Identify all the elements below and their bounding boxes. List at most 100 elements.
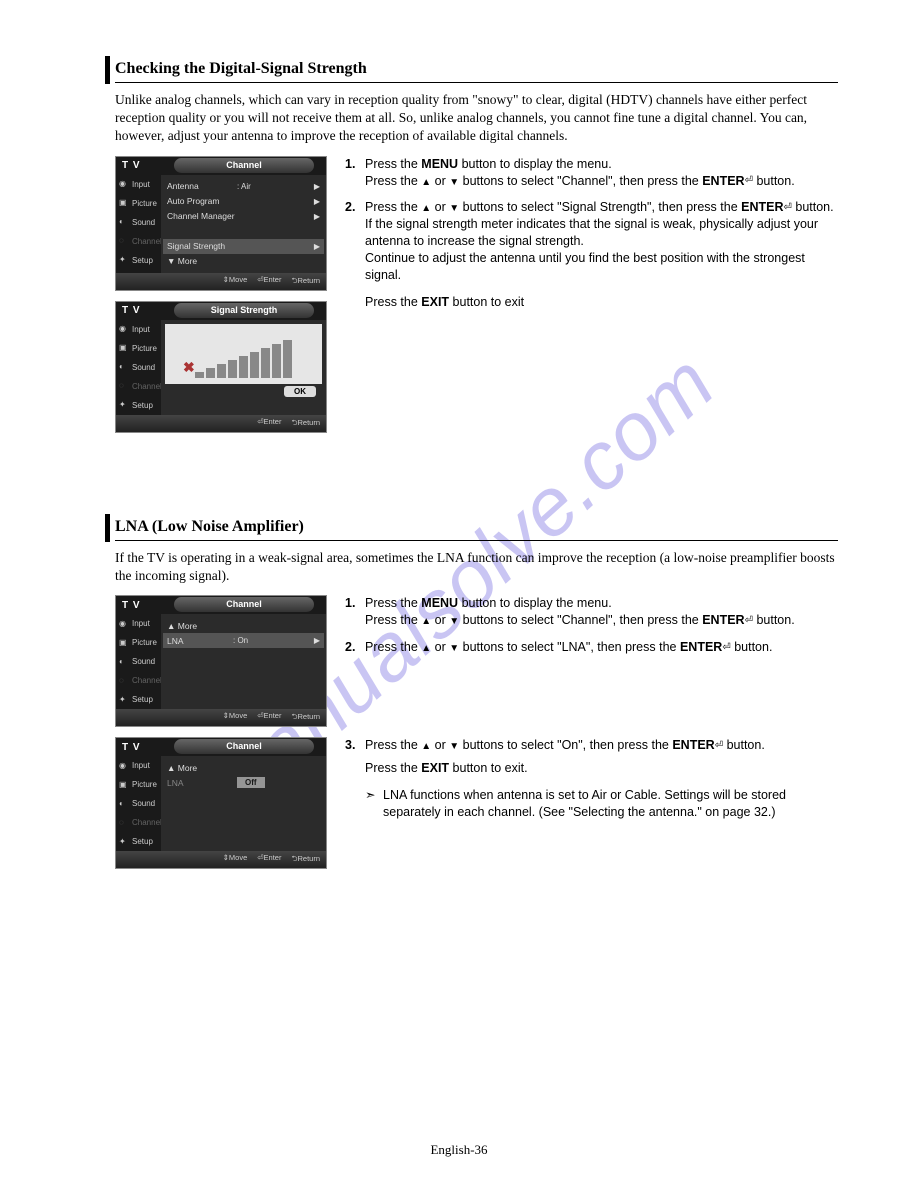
side-input: ◉Input <box>116 756 161 775</box>
side-channel: ◌Channel <box>116 232 161 251</box>
section1-heading: Checking the Digital-Signal Strength <box>115 60 838 83</box>
osd-signal-strength: T V Signal Strength ◉Input ▣Picture ◐Sou… <box>115 301 327 433</box>
sound-icon: ◐ <box>119 657 129 667</box>
osd-lna-off: T V Channel ◉Input ▣Picture ◐Sound ◌Chan… <box>115 737 327 869</box>
row-channel-manager: Channel Manager▶ <box>167 209 320 224</box>
channel-icon: ◌ <box>119 381 129 391</box>
hint-enter: ⏎Enter <box>257 275 281 288</box>
antenna-icon: ✖ <box>183 359 195 376</box>
heading-bar <box>105 514 110 542</box>
step-body: Press the ▲ or ▼ buttons to select "On",… <box>365 737 838 777</box>
osd-channel-lna: T V Channel ◉Input ▣Picture ◐Sound ◌Chan… <box>115 595 327 727</box>
signal-bar <box>228 360 237 378</box>
signal-bar <box>283 340 292 378</box>
section2-intro: If the TV is operating in a weak-signal … <box>115 549 838 585</box>
channel-icon: ◌ <box>119 818 129 828</box>
section1-instructions: 1. Press the MENU button to display the … <box>345 156 838 433</box>
step-body: Press the MENU button to display the men… <box>365 156 838 190</box>
hint-return: ⮌Return <box>291 275 320 288</box>
hint-enter: ⏎Enter <box>257 711 281 724</box>
side-input: ◉Input <box>116 175 161 194</box>
picture-icon: ▣ <box>119 198 129 208</box>
step-num: 1. <box>345 156 365 190</box>
osd2-title: Signal Strength <box>174 303 314 318</box>
osd-channel-menu: T V Channel ◉Input ▣Picture ◐Sound ◌Chan… <box>115 156 327 291</box>
hint-move: ⇕Move <box>223 853 248 866</box>
section2-instructions-a: 1. Press the MENU button to display the … <box>345 595 838 727</box>
channel-icon: ◌ <box>119 676 129 686</box>
side-picture: ▣Picture <box>116 775 161 794</box>
input-icon: ◉ <box>119 619 129 629</box>
osd4-sidebar: ◉Input ▣Picture ◐Sound ◌Channel ✦Setup <box>116 756 161 851</box>
heading-bar <box>105 56 110 84</box>
section1-intro: Unlike analog channels, which can vary i… <box>115 91 838 146</box>
step-body: Press the ▲ or ▼ buttons to select "Sign… <box>365 199 838 283</box>
row-more: ▲ More <box>167 618 320 633</box>
side-setup: ✦Setup <box>116 396 161 415</box>
signal-bar <box>239 356 248 378</box>
osd2-sidebar: ◉Input ▣Picture ◐Sound ◌Channel ✦Setup <box>116 320 161 415</box>
row-antenna: Antenna: Air▶ <box>167 179 320 194</box>
exit-line: Press the EXIT button to exit. <box>365 760 838 777</box>
step-num: 2. <box>345 639 365 656</box>
enter-icon: ⏎ <box>722 641 730 655</box>
ok-button: OK <box>284 386 316 397</box>
step-num: 3. <box>345 737 365 777</box>
input-icon: ◉ <box>119 761 129 771</box>
picture-icon: ▣ <box>119 780 129 790</box>
manual-page: Checking the Digital-Signal Strength Unl… <box>0 0 918 909</box>
side-input: ◉Input <box>116 320 161 339</box>
setup-icon: ✦ <box>119 695 129 705</box>
setup-icon: ✦ <box>119 400 129 410</box>
hint-return: ⮌Return <box>291 711 320 724</box>
signal-bar <box>217 364 226 378</box>
channel-icon: ◌ <box>119 236 129 246</box>
section2-heading-text: LNA (Low Noise Amplifier) <box>115 518 304 535</box>
osd3-title: Channel <box>174 597 314 612</box>
osd2-tv-label: T V <box>116 305 141 316</box>
enter-icon: ⏎ <box>745 614 753 628</box>
sound-icon: ◐ <box>119 362 129 372</box>
side-setup: ✦Setup <box>116 832 161 851</box>
enter-icon: ⏎ <box>784 201 792 215</box>
side-channel: ◌Channel <box>116 813 161 832</box>
step-num: 1. <box>345 595 365 629</box>
enter-icon: ⏎ <box>745 174 753 188</box>
picture-icon: ▣ <box>119 343 129 353</box>
setup-icon: ✦ <box>119 255 129 265</box>
osd1-footer: ⇕Move ⏎Enter ⮌Return <box>116 273 326 290</box>
input-icon: ◉ <box>119 324 129 334</box>
step-body: Press the ▲ or ▼ buttons to select "LNA"… <box>365 639 838 656</box>
sound-icon: ◐ <box>119 217 129 227</box>
hint-move: ⇕Move <box>223 275 248 288</box>
row-blank <box>167 224 320 239</box>
osd4-title: Channel <box>174 739 314 754</box>
side-picture: ▣Picture <box>116 194 161 213</box>
signal-bar <box>250 352 259 378</box>
picture-icon: ▣ <box>119 638 129 648</box>
side-input: ◉Input <box>116 614 161 633</box>
hint-return: ⮌Return <box>291 417 320 430</box>
side-setup: ✦Setup <box>116 251 161 270</box>
side-sound: ◐Sound <box>116 794 161 813</box>
signal-bar <box>206 368 215 378</box>
step-body: Press the MENU button to display the men… <box>365 595 838 629</box>
osd3-tv-label: T V <box>116 600 141 611</box>
osd4-main: ▲ More LNAOff <box>161 756 326 851</box>
hint-enter: ⏎Enter <box>257 417 281 430</box>
signal-bar <box>195 372 204 378</box>
signal-bars-display: ✖ <box>165 324 322 384</box>
osd4-tv-label: T V <box>116 742 141 753</box>
section2-instructions-b: 3. Press the ▲ or ▼ buttons to select "O… <box>345 737 838 869</box>
side-sound: ◐Sound <box>116 213 161 232</box>
signal-bar <box>261 348 270 378</box>
osd3-sidebar: ◉Input ▣Picture ◐Sound ◌Channel ✦Setup <box>116 614 161 709</box>
setup-icon: ✦ <box>119 837 129 847</box>
side-picture: ▣Picture <box>116 339 161 358</box>
hint-enter: ⏎Enter <box>257 853 281 866</box>
row-lna: LNA: On▶ <box>163 633 324 648</box>
step-3: 3. Press the ▲ or ▼ buttons to select "O… <box>345 737 838 777</box>
row-auto-program: Auto Program▶ <box>167 194 320 209</box>
step-2: 2. Press the ▲ or ▼ buttons to select "L… <box>345 639 838 656</box>
exit-line: Press the EXIT button to exit <box>365 294 838 311</box>
